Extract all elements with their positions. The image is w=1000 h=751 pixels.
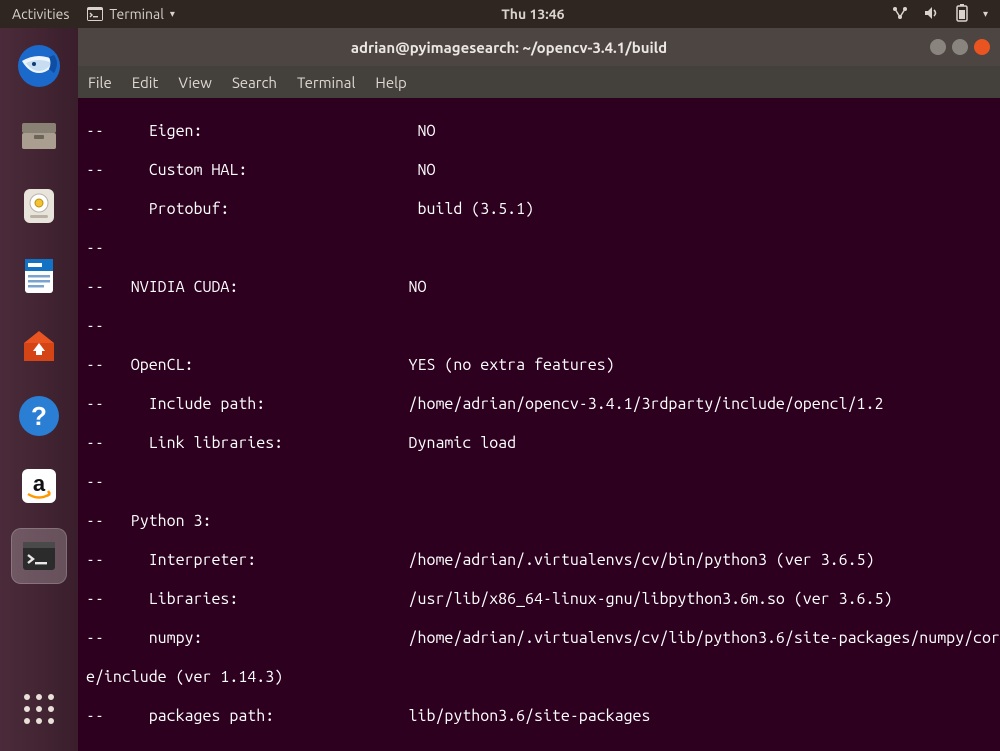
svg-text:a: a xyxy=(33,471,46,496)
menu-search[interactable]: Search xyxy=(232,74,277,91)
terminal-line: -- xyxy=(86,317,1000,337)
terminal-line: -- Custom HAL: NO xyxy=(86,161,1000,181)
window-title: adrian@pyimagesearch: ~/opencv-3.4.1/bui… xyxy=(88,39,930,56)
menu-help[interactable]: Help xyxy=(375,74,406,91)
launcher-amazon[interactable]: a xyxy=(11,458,67,514)
terminal-icon xyxy=(87,7,103,21)
window-titlebar[interactable]: adrian@pyimagesearch: ~/opencv-3.4.1/bui… xyxy=(78,28,1000,66)
launcher-writer[interactable] xyxy=(11,248,67,304)
terminal-menubar: File Edit View Search Terminal Help xyxy=(78,66,1000,98)
menu-edit[interactable]: Edit xyxy=(132,74,159,91)
terminal-window: adrian@pyimagesearch: ~/opencv-3.4.1/bui… xyxy=(78,28,1000,751)
terminal-line: -- Protobuf: build (3.5.1) xyxy=(86,200,1000,220)
launcher-thunderbird[interactable] xyxy=(11,38,67,94)
menu-terminal[interactable]: Terminal xyxy=(297,74,355,91)
terminal-line: -- xyxy=(86,746,1000,751)
app-menu-label: Terminal xyxy=(109,6,164,22)
activities-button[interactable]: Activities xyxy=(12,6,69,22)
battery-icon[interactable] xyxy=(955,4,969,25)
terminal-line: -- Libraries: /usr/lib/x86_64-linux-gnu/… xyxy=(86,590,1000,610)
clock[interactable]: Thu 13:46 xyxy=(175,6,891,22)
launcher-apps-grid[interactable] xyxy=(11,681,67,737)
terminal-viewport[interactable]: -- Eigen: NO -- Custom HAL: NO -- Protob… xyxy=(78,98,1000,751)
volume-icon[interactable] xyxy=(923,5,941,24)
launcher-rhythmbox[interactable] xyxy=(11,178,67,234)
terminal-line: -- packages path: lib/python3.6/site-pac… xyxy=(86,707,1000,727)
window-maximize-button[interactable] xyxy=(952,39,968,55)
launcher-terminal[interactable] xyxy=(11,528,67,584)
terminal-line: e/include (ver 1.14.3) xyxy=(86,668,1000,688)
terminal-line: -- Eigen: NO xyxy=(86,122,1000,142)
terminal-line: -- xyxy=(86,473,1000,493)
terminal-line: -- OpenCL: YES (no extra features) xyxy=(86,356,1000,376)
ubuntu-dock: ? a xyxy=(0,28,78,751)
menu-view[interactable]: View xyxy=(178,74,212,91)
terminal-line: -- xyxy=(86,239,1000,259)
launcher-help[interactable]: ? xyxy=(11,388,67,444)
menu-file[interactable]: File xyxy=(88,74,112,91)
app-menu[interactable]: Terminal ▾ xyxy=(87,6,175,22)
terminal-line: -- Interpreter: /home/adrian/.virtualenv… xyxy=(86,551,1000,571)
launcher-files[interactable] xyxy=(11,108,67,164)
network-icon[interactable] xyxy=(891,5,909,24)
launcher-software[interactable] xyxy=(11,318,67,374)
terminal-line: -- Link libraries: Dynamic load xyxy=(86,434,1000,454)
terminal-line: -- NVIDIA CUDA: NO xyxy=(86,278,1000,298)
gnome-top-bar: Activities Terminal ▾ Thu 13:46 ▾ xyxy=(0,0,1000,28)
window-close-button[interactable] xyxy=(974,39,990,55)
chevron-down-icon[interactable]: ▾ xyxy=(983,8,988,20)
terminal-line: -- numpy: /home/adrian/.virtualenvs/cv/l… xyxy=(86,629,1000,649)
terminal-line: -- Include path: /home/adrian/opencv-3.4… xyxy=(86,395,1000,415)
window-minimize-button[interactable] xyxy=(930,39,946,55)
terminal-line: -- Python 3: xyxy=(86,512,1000,532)
svg-text:?: ? xyxy=(31,401,47,431)
